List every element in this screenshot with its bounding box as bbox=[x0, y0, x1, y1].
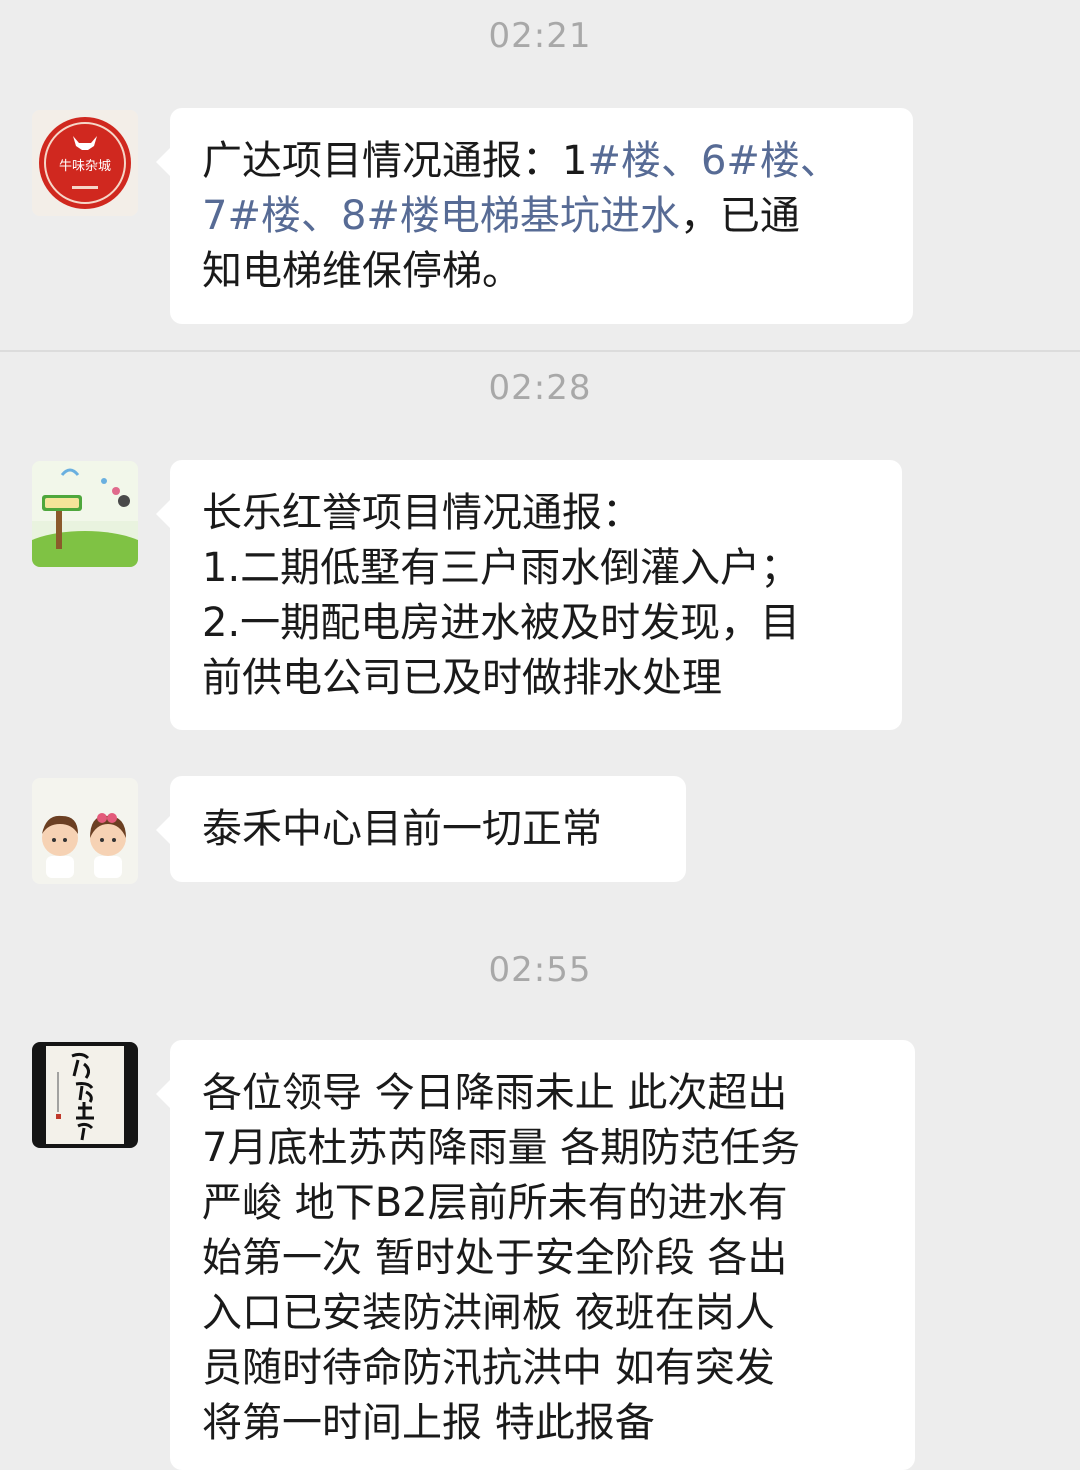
avatar[interactable] bbox=[32, 461, 138, 567]
message-bubble[interactable]: 长乐红誉项目情况通报： 1.二期低墅有三户雨水倒灌入户； 2.一期配电房进水被及… bbox=[156, 460, 902, 730]
message-line: 7#楼、8#楼电梯基坑进水，已通 bbox=[202, 193, 800, 239]
cartoon-couple-icon bbox=[32, 778, 138, 884]
message-line: 1.二期低墅有三户雨水倒灌入户； bbox=[202, 545, 801, 591]
message-line: 泰禾中心目前一切正常 bbox=[202, 806, 602, 852]
cartoon-nature-icon bbox=[32, 461, 138, 567]
avatar[interactable]: 牛味杂城 bbox=[32, 110, 138, 216]
message-line: 2.一期配电房进水被及时发现，目 bbox=[202, 600, 801, 646]
red-circular-logo-icon: 牛味杂城 bbox=[32, 110, 138, 216]
timestamp: 02:21 bbox=[488, 16, 592, 56]
message-bubble[interactable]: 广达项目情况通报：1#楼、6#楼、 7#楼、8#楼电梯基坑进水，已通 知电梯维保… bbox=[156, 108, 913, 324]
timestamp: 02:28 bbox=[488, 368, 592, 408]
timestamp: 02:55 bbox=[488, 950, 592, 990]
avatar[interactable] bbox=[32, 1042, 138, 1148]
calligraphy-icon bbox=[32, 1042, 138, 1148]
message-line: 入口已安装防洪闸板 夜班在岗人 bbox=[202, 1290, 775, 1336]
message-line: 前供电公司已及时做排水处理 bbox=[202, 655, 722, 701]
message-line: 广达项目情况通报：1#楼、6#楼、 bbox=[202, 138, 840, 184]
message-line: 长乐红誉项目情况通报： bbox=[202, 490, 642, 536]
message-line: 7月底杜苏芮降雨量 各期防范任务 bbox=[202, 1125, 801, 1171]
message-line: 严峻 地下B2层前所未有的进水有 bbox=[202, 1180, 788, 1226]
message-line: 员随时待命防汛抗洪中 如有突发 bbox=[202, 1345, 775, 1391]
message-bubble[interactable]: 泰禾中心目前一切正常 bbox=[156, 776, 686, 882]
message-line: 将第一时间上报 特此报备 bbox=[202, 1400, 655, 1446]
message-bubble[interactable]: 各位领导 今日降雨未止 此次超出 7月底杜苏芮降雨量 各期防范任务 严峻 地下B… bbox=[156, 1040, 915, 1470]
svg-text:牛味杂城: 牛味杂城 bbox=[59, 159, 111, 174]
message-line: 各位领导 今日降雨未止 此次超出 bbox=[202, 1070, 788, 1116]
message-line: 始第一次 暂时处于安全阶段 各出 bbox=[202, 1235, 788, 1281]
avatar[interactable] bbox=[32, 778, 138, 884]
message-line: 知电梯维保停梯。 bbox=[202, 248, 522, 294]
divider bbox=[0, 350, 1080, 352]
